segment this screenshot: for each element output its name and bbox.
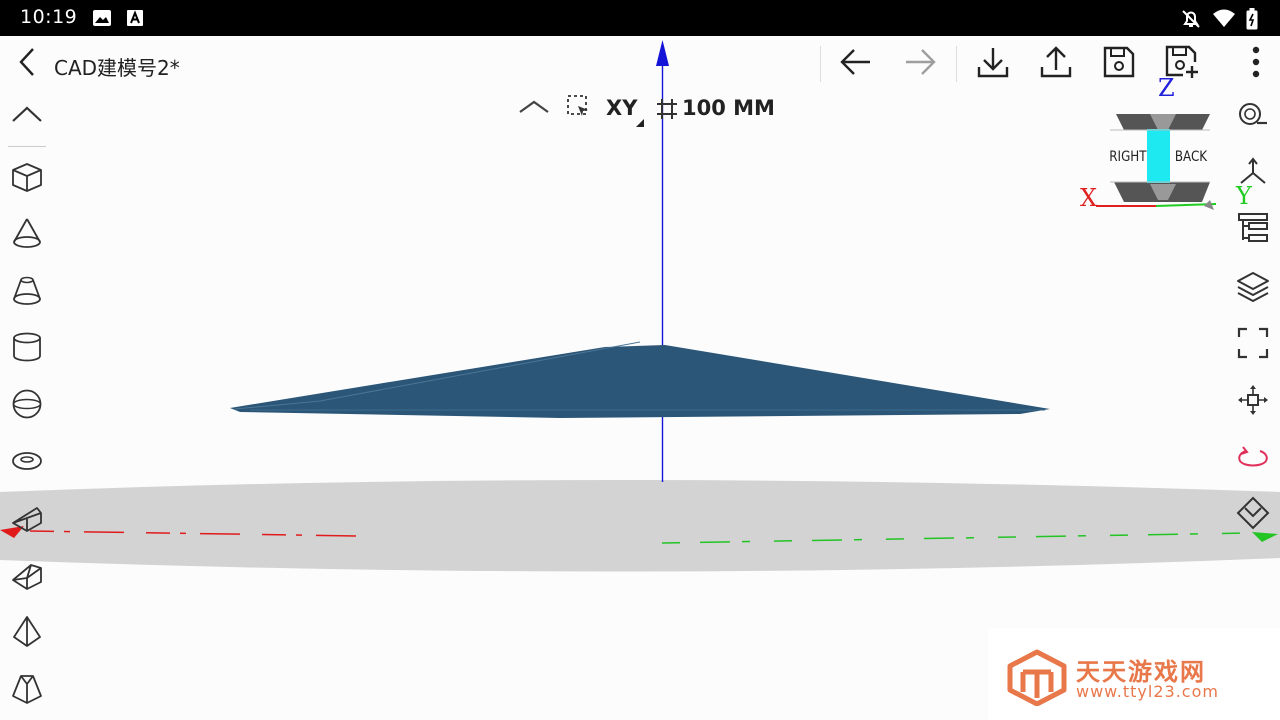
- rotate-icon: [1236, 443, 1270, 476]
- pan-button[interactable]: [1231, 380, 1275, 424]
- nav-cube[interactable]: RIGHT BACK Z X Y: [1080, 74, 1252, 222]
- status-bar: 10:19: [0, 0, 1280, 36]
- 3d-model-shape: [230, 345, 1050, 418]
- zoom-search-icon: [1237, 101, 1269, 136]
- rotate-button[interactable]: [1231, 437, 1275, 481]
- more-vertical-icon: [1252, 46, 1260, 83]
- chevron-left-icon: [17, 47, 39, 82]
- box-icon: [10, 160, 44, 199]
- redo-button[interactable]: [900, 44, 940, 84]
- zoom-button[interactable]: [1231, 96, 1275, 140]
- tree-icon: [1237, 212, 1269, 249]
- tool-sphere[interactable]: [5, 384, 49, 428]
- tool-pyramid[interactable]: [5, 612, 49, 656]
- watermark-logo-icon: [1006, 648, 1068, 711]
- undo-button[interactable]: [836, 44, 876, 84]
- export-button[interactable]: [1036, 44, 1076, 84]
- header-divider: [820, 46, 821, 82]
- cube-face-back[interactable]: BACK: [1175, 149, 1207, 165]
- selection-box-icon: [566, 94, 590, 123]
- back-button[interactable]: [8, 44, 48, 84]
- bell-off-icon: [1180, 8, 1202, 35]
- header-divider: [956, 46, 957, 82]
- cone-icon: [10, 216, 44, 255]
- battery-icon: [1246, 8, 1258, 35]
- prism-icon: [10, 558, 44, 597]
- fit-screen-icon: [1237, 327, 1269, 364]
- view-plane-selector[interactable]: XY: [606, 96, 637, 120]
- undo-arrow-icon: [839, 47, 873, 82]
- collapse-tools-button[interactable]: [5, 94, 49, 138]
- collapse-viewbar-button[interactable]: [512, 86, 556, 130]
- ground-plane: [0, 480, 1280, 572]
- tool-box[interactable]: [5, 157, 49, 201]
- cad-app-screen: 10:19 CAD建模号2* XY 100 MM RIGHT BACK Z X …: [0, 0, 1280, 720]
- layers-icon: [1236, 270, 1270, 307]
- tool-cylinder[interactable]: [5, 327, 49, 371]
- fold-view-button[interactable]: [1231, 494, 1275, 538]
- layers-button[interactable]: [1231, 266, 1275, 310]
- dropdown-corner-icon: [636, 114, 644, 132]
- model-tree-button[interactable]: [1231, 208, 1275, 252]
- wedge-icon: [10, 501, 44, 540]
- more-menu-button[interactable]: [1236, 44, 1276, 84]
- document-title: CAD建模号2*: [54, 56, 180, 80]
- axes-button[interactable]: [1231, 152, 1275, 196]
- pyramid-icon: [10, 615, 44, 654]
- tool-wedge[interactable]: [5, 498, 49, 542]
- image-icon: [92, 8, 112, 33]
- watermark: 天天游戏网 www.ttyl23.com: [988, 628, 1280, 720]
- frustum-icon: [10, 273, 44, 312]
- tool-frustum[interactable]: [5, 270, 49, 314]
- redo-arrow-icon: [903, 47, 937, 82]
- fit-screen-button[interactable]: [1231, 323, 1275, 367]
- torus-icon: [10, 444, 44, 483]
- selection-mode-button[interactable]: [556, 86, 600, 130]
- tools-divider: [8, 146, 46, 147]
- download-icon: [976, 45, 1010, 84]
- chevron-up-icon: [11, 105, 43, 128]
- pan-move-icon: [1236, 383, 1270, 422]
- sphere-icon: [10, 387, 44, 426]
- chevron-up-icon: [518, 98, 550, 119]
- grid-icon: [656, 98, 678, 125]
- font-a-icon: [126, 8, 144, 33]
- fold-view-icon: [1236, 496, 1270, 537]
- cube-face-right[interactable]: RIGHT: [1109, 149, 1146, 165]
- tool-torus[interactable]: [5, 441, 49, 485]
- axes-3d-icon: [1237, 156, 1269, 192]
- watermark-url: www.ttyl23.com: [1076, 682, 1219, 701]
- grid-size-label[interactable]: 100 MM: [682, 96, 775, 120]
- share-upload-icon: [1039, 45, 1073, 84]
- import-button[interactable]: [973, 44, 1013, 84]
- status-time: 10:19: [20, 6, 78, 28]
- tool-truncated-pyramid[interactable]: [5, 669, 49, 713]
- axis-z-label: Z: [1158, 74, 1175, 102]
- axis-x-label: X: [1080, 184, 1098, 212]
- tool-cone[interactable]: [5, 213, 49, 257]
- tool-prism[interactable]: [5, 555, 49, 599]
- truncated-pyramid-icon: [10, 672, 44, 711]
- wifi-icon: [1212, 8, 1236, 33]
- cylinder-icon: [10, 330, 44, 369]
